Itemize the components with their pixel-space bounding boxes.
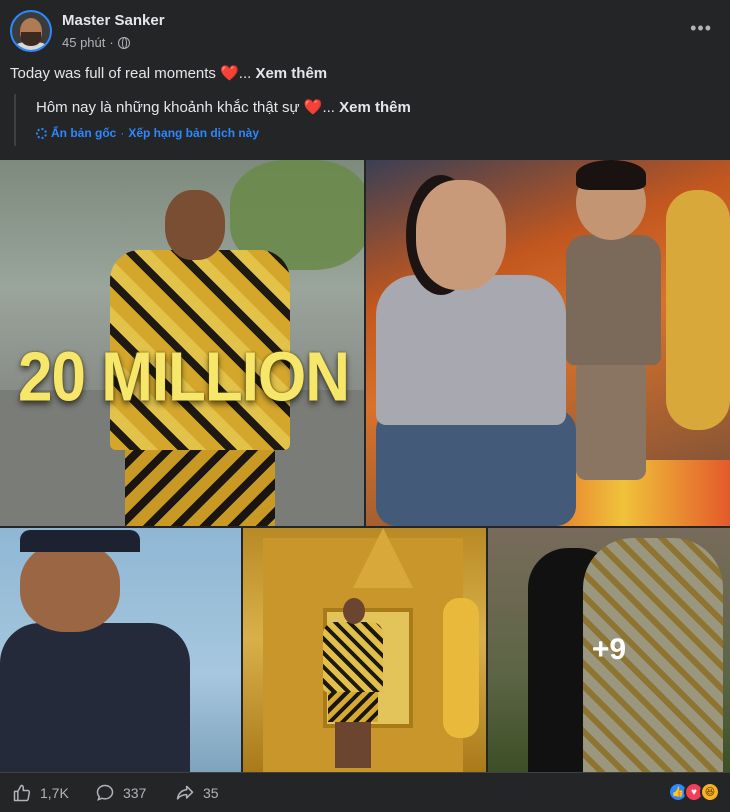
link-separator: · [120,126,125,140]
photo-3-person [0,528,200,772]
meta-separator: · [109,35,114,50]
photo-2-top [376,275,566,425]
like-count: 1,7K [40,785,69,801]
caption-text: Today was full of real moments [10,65,221,82]
comment-icon [96,784,114,801]
post-actions: 1,7K 337 35 👍 ♥ 😆 [0,772,730,812]
photo-3-head [20,542,120,632]
photo-2[interactable] [366,160,730,526]
translation-links: Ẩn bản gốc · Xếp hạng bản dịch này [36,126,714,140]
post-meta: 45 phút · [62,35,130,50]
photo-2-boy-hair [576,160,646,190]
photo-4-person [323,598,383,768]
more-photos-count: +9 [591,633,627,666]
more-options-button[interactable]: ••• [690,18,712,39]
hide-original-link[interactable]: Ẩn bản gốc [51,126,116,140]
translation-text-line: Hôm nay là những khoảnh khắc thật sự ❤️.… [36,98,714,116]
settings-gear-icon[interactable] [36,127,47,139]
more-photos-overlay[interactable]: +9 [488,528,730,772]
translation-ellipsis: ... [322,99,340,116]
post-header: Master Sanker 45 phút · ••• [0,0,730,60]
thumbs-up-icon [13,784,31,802]
photo-2-boy [561,160,671,490]
comment-count: 337 [123,785,147,801]
photo-2-jeans [376,410,576,526]
post-caption: Today was full of real moments ❤️... Xem… [10,64,327,82]
photo-1-shorts [125,445,275,526]
globe-icon [117,36,130,49]
caption-ellipsis: ... [238,65,256,82]
photo-4-shorts [328,690,378,722]
photo-2-boy-shirt [566,235,661,365]
avatar-beard [21,32,41,46]
photo-4-spire [353,528,413,588]
photo-4-head [343,598,365,624]
translation-text: Hôm nay là những khoảnh khắc thật sự [36,99,304,116]
post-time[interactable]: 45 phút [62,35,105,50]
share-button[interactable]: 35 [175,783,219,803]
photo-2-girl [666,190,730,430]
photo-2-woman [376,175,576,526]
photo-4-shirt [323,622,383,692]
like-button[interactable]: 1,7K [12,783,69,803]
comment-button[interactable]: 337 [95,783,146,803]
photo-2-head [416,180,506,290]
heart-emoji-translated: ❤️ [303,99,323,116]
photo-5[interactable]: +9 [488,528,730,772]
photo-2-boy-legs [576,360,646,480]
photo-4-statue [443,598,479,738]
heart-emoji: ❤️ [220,65,239,82]
rate-translation-link[interactable]: Xếp hạng bản dịch này [128,126,259,140]
haha-reaction-icon: 😆 [700,782,720,802]
author-name[interactable]: Master Sanker [62,12,165,29]
photo-3[interactable] [0,528,241,772]
avatar[interactable] [10,10,52,52]
photo-1[interactable]: 20 MILLION [0,160,364,526]
see-more-link[interactable]: Xem thêm [255,65,327,82]
photo-3-body [0,623,190,772]
share-arrow-icon [176,785,194,800]
photo-1-overlay-text: 20 MILLION [18,338,350,417]
photo-4[interactable] [243,528,486,772]
translation-block: Hôm nay là những khoảnh khắc thật sự ❤️.… [14,94,714,146]
post-card: Master Sanker 45 phút · ••• Today was fu… [0,0,730,812]
photo-1-head [165,190,225,260]
reaction-summary[interactable]: 👍 ♥ 😆 [668,782,720,802]
photo-3-cap [20,530,140,552]
share-count: 35 [203,785,219,801]
translation-see-more-link[interactable]: Xem thêm [339,99,411,116]
photo-4-legs [335,722,371,768]
